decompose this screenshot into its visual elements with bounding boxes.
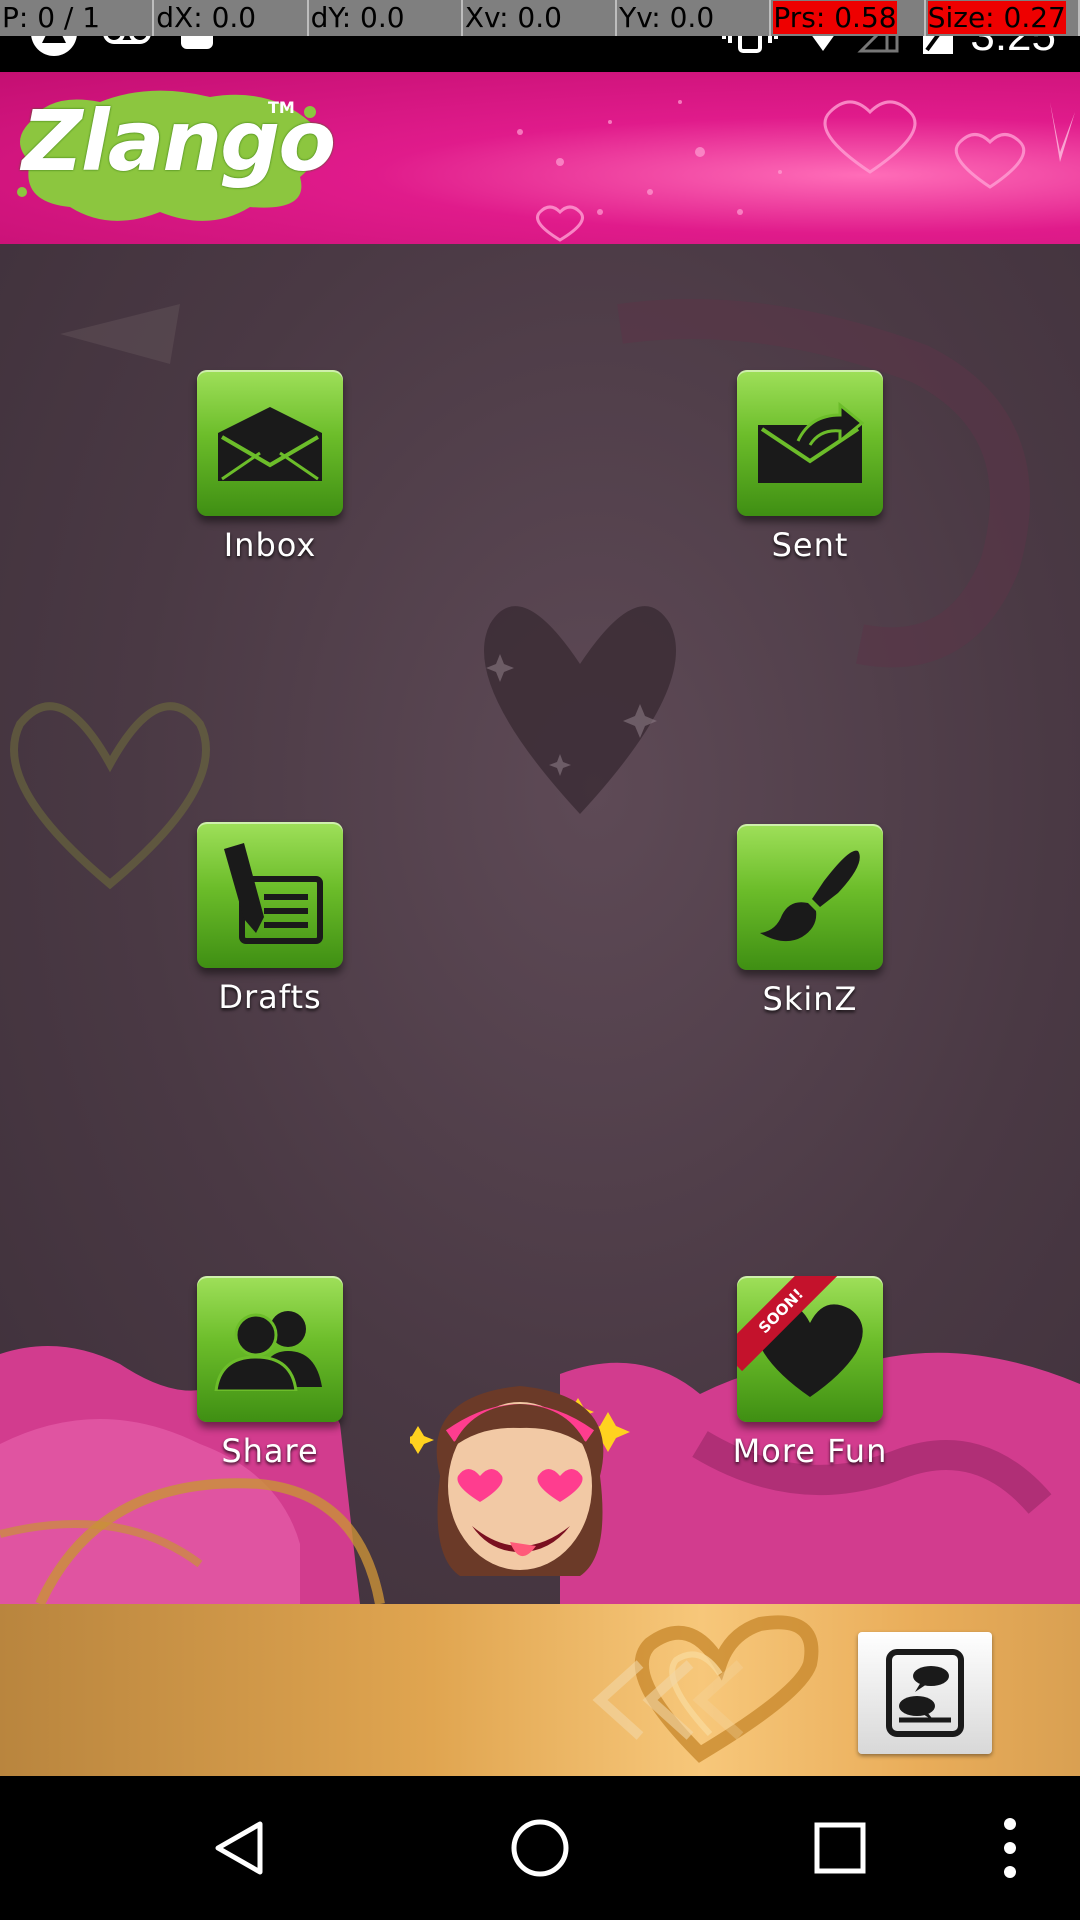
debug-prs: Prs: 0.58	[771, 0, 926, 36]
skinz-label: SkinZ	[762, 980, 858, 1018]
mascot-girl-image	[410, 1386, 630, 1576]
drafts-button[interactable]: Drafts	[160, 822, 380, 1016]
debug-dy: dY: 0.0	[309, 0, 463, 36]
share-label: Share	[221, 1432, 319, 1470]
more-fun-label: More Fun	[732, 1432, 888, 1470]
more-fun-tile[interactable]: SOON!	[737, 1276, 883, 1422]
recents-icon	[814, 1822, 866, 1874]
inbox-button[interactable]: Inbox	[160, 370, 380, 564]
skinz-tile[interactable]	[737, 824, 883, 970]
recents-button[interactable]	[790, 1798, 890, 1898]
chat-bubbles-icon	[886, 1649, 964, 1737]
home-icon	[511, 1819, 569, 1877]
skinz-button[interactable]: SkinZ	[700, 824, 920, 1018]
logo-trademark: TM	[268, 98, 295, 117]
paintbrush-icon	[760, 850, 860, 942]
envelope-send-icon	[758, 401, 865, 483]
overflow-menu-icon	[1004, 1818, 1016, 1878]
system-nav-bar	[0, 1776, 1080, 1920]
app-header: Zlango TM	[0, 72, 1080, 244]
debug-size: Size: 0.27	[926, 0, 1080, 36]
overflow-menu-button[interactable]	[970, 1798, 1050, 1898]
drafts-tile[interactable]	[197, 822, 343, 968]
home-button[interactable]	[490, 1798, 590, 1898]
sent-tile[interactable]	[737, 370, 883, 516]
debug-yv: Yv: 0.0	[617, 0, 772, 36]
more-fun-button[interactable]: SOON! More Fun	[700, 1276, 920, 1470]
debug-xv: Xv: 0.0	[463, 0, 618, 36]
inbox-tile[interactable]	[197, 370, 343, 516]
back-icon	[215, 1821, 263, 1875]
share-button[interactable]: Share	[160, 1276, 380, 1470]
inbox-label: Inbox	[223, 526, 317, 564]
debug-dx: dX: 0.0	[154, 0, 309, 36]
envelope-open-icon	[218, 407, 322, 481]
sent-button[interactable]: Sent	[700, 370, 920, 564]
drafts-label: Drafts	[218, 978, 322, 1016]
back-button[interactable]	[190, 1798, 290, 1898]
pointer-debug-overlay: P: 0 / 1 dX: 0.0 dY: 0.0 Xv: 0.0 Yv: 0.0…	[0, 0, 1080, 36]
status-bar: 3:25 P: 0 / 1 dX: 0.0 dY: 0.0 Xv: 0.0 Yv…	[0, 0, 1080, 72]
chat-button[interactable]	[858, 1632, 992, 1754]
pen-paper-icon	[224, 843, 323, 944]
people-icon	[214, 1311, 322, 1391]
debug-pointer: P: 0 / 1	[0, 0, 155, 36]
share-tile[interactable]	[197, 1276, 343, 1422]
bottom-bar	[0, 1604, 1080, 1776]
sent-label: Sent	[771, 526, 849, 564]
main-menu-area: Inbox Sent Drafts SkinZ Share SOON! More…	[0, 244, 1080, 1604]
